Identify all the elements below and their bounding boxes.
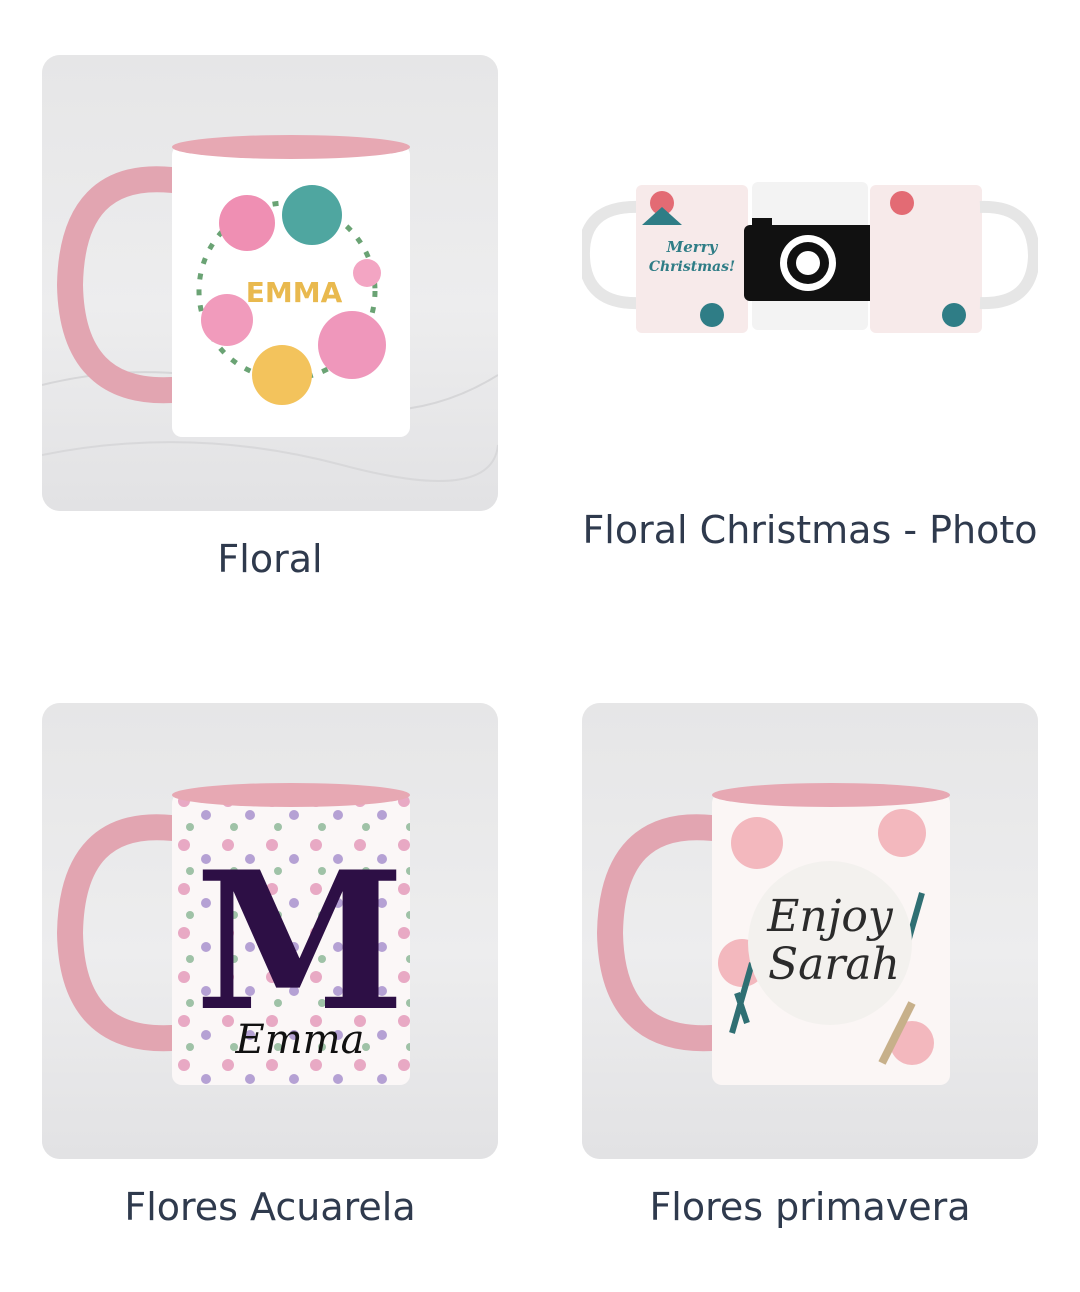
product-title[interactable]: Floral Christmas - Photo [582,501,1038,559]
product-image-flores-primavera[interactable]: Enjoy Sarah [582,703,1038,1159]
product-image-floral[interactable]: EMMA [42,55,498,511]
mug-text-sarah: Sarah [768,939,900,990]
mug-text-christmas: Christmas! [649,259,735,275]
mug-text-enjoy: Enjoy [766,891,894,942]
product-image-flores-acuarela[interactable]: M Emma [42,703,498,1159]
product-title[interactable]: Flores Acuarela [42,1178,498,1236]
mug-text-merry: Merry [666,238,719,256]
product-title[interactable]: Flores primavera [582,1178,1038,1236]
mug-name-text: EMMA [246,276,343,309]
mug-name-text: Emma [235,1017,365,1063]
product-title[interactable]: Floral [42,530,498,588]
product-image-floral-christmas[interactable]: Merry Christmas! [582,25,1038,481]
